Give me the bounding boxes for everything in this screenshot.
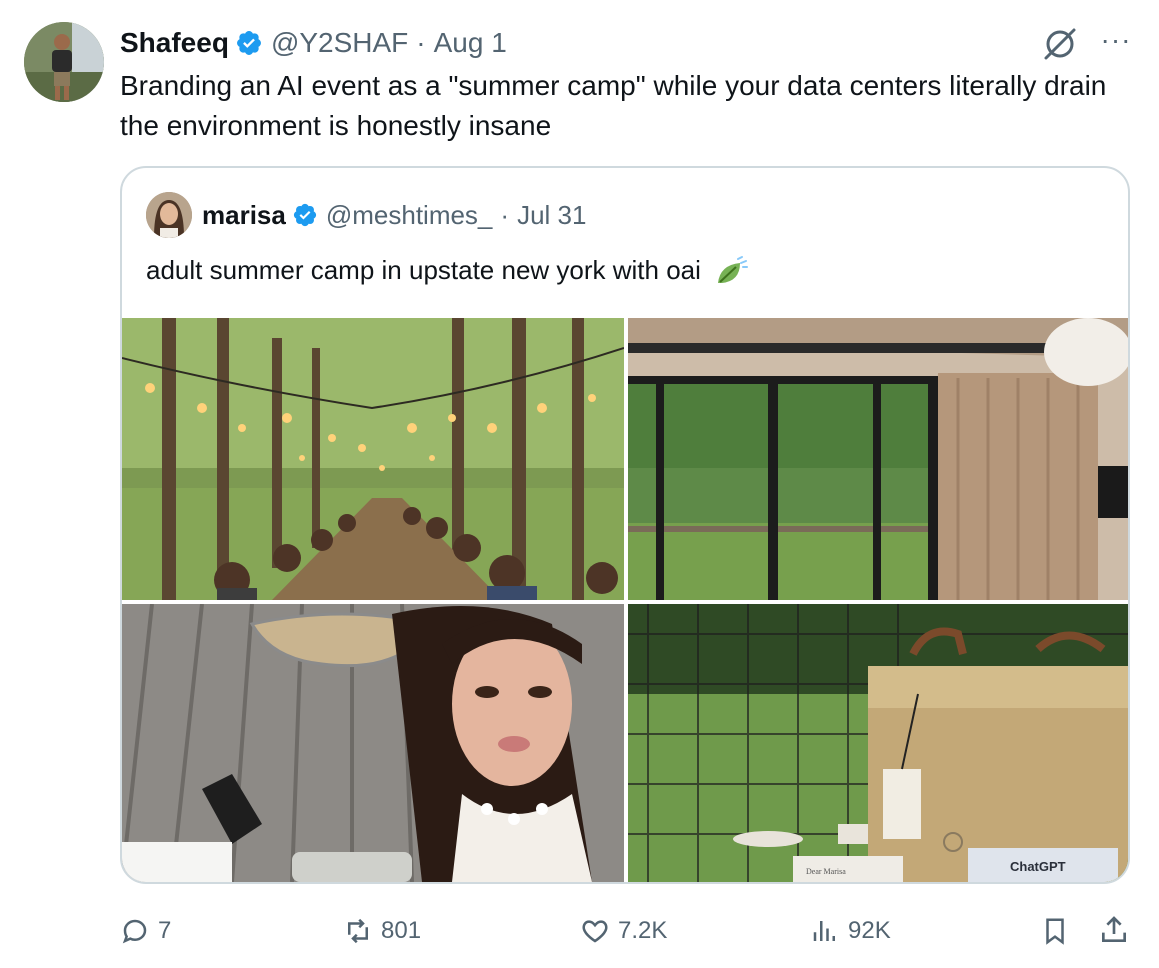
quoted-tweet-header: marisa @meshtimes_ · Jul 31 — [202, 198, 586, 232]
quoted-tweet-date[interactable]: Jul 31 — [517, 200, 586, 231]
heart-icon — [582, 920, 608, 943]
quoted-tweet-text-row: adult summer camp in upstate new york wi… — [146, 252, 749, 289]
reply-icon — [122, 919, 147, 944]
author-name[interactable]: Shafeeq — [120, 27, 229, 59]
photo-cabin-window[interactable] — [628, 318, 1128, 600]
photo-grid: ChatGPT Dear Marisa — [122, 318, 1128, 882]
grok-icon[interactable] — [1040, 26, 1080, 62]
photo-tote-bag[interactable]: ChatGPT Dear Marisa — [628, 604, 1128, 882]
reply-count: 7 — [158, 917, 172, 944]
tweet-actions: 7 801 7.2K 92K — [0, 900, 1159, 960]
quoted-author-avatar[interactable] — [146, 192, 192, 238]
view-count: 92K — [848, 917, 891, 944]
repost-count: 801 — [381, 917, 422, 944]
chatgpt-card-text: ChatGPT — [1010, 859, 1066, 874]
separator: · — [416, 27, 426, 58]
quoted-author-handle[interactable]: @meshtimes_ — [326, 200, 493, 231]
views-button[interactable]: 92K — [810, 914, 891, 948]
quoted-tweet-text: adult summer camp in upstate new york wi… — [146, 255, 701, 285]
quoted-author-name[interactable]: marisa — [202, 200, 286, 231]
tweet-header: Shafeeq @Y2SHAF · Aug 1 — [120, 26, 507, 60]
repost-icon — [348, 918, 368, 944]
quoted-tweet[interactable]: marisa @meshtimes_ · Jul 31 adult summer… — [120, 166, 1130, 884]
photo-selfie[interactable] — [122, 604, 624, 882]
bookmark-icon[interactable] — [1040, 916, 1070, 946]
verified-badge-icon — [235, 29, 263, 57]
verified-badge-icon — [292, 202, 318, 228]
author-handle[interactable]: @Y2SHAF — [271, 27, 408, 59]
repost-button[interactable]: 801 — [343, 914, 421, 948]
separator: · — [500, 199, 510, 230]
like-count: 7.2K — [618, 917, 668, 944]
photo-dinner-table[interactable] — [122, 318, 624, 600]
tweet-text: Branding an AI event as a "summer camp" … — [120, 70, 1107, 141]
note-card-text: Dear Marisa — [806, 867, 846, 876]
tweet-date[interactable]: Aug 1 — [434, 27, 507, 59]
like-button[interactable]: 7.2K — [580, 914, 667, 948]
author-avatar[interactable] — [24, 22, 104, 102]
reply-button[interactable]: 7 — [120, 914, 171, 948]
share-icon[interactable] — [1098, 914, 1130, 946]
views-icon — [813, 921, 835, 941]
more-options-icon[interactable]: ··· — [1098, 26, 1134, 58]
leaf-emoji-icon — [714, 255, 749, 289]
